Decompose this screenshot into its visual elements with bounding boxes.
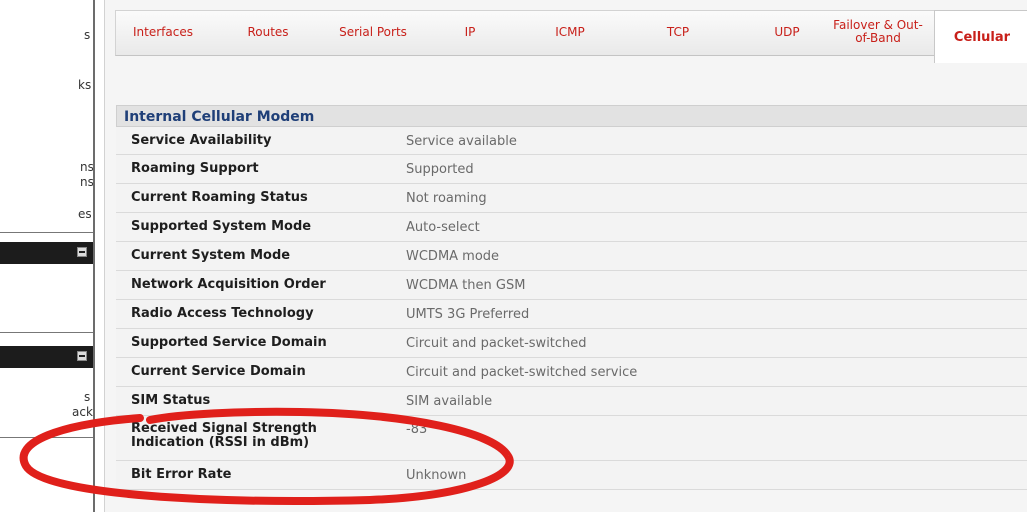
row-label: Bit Error Rate [131, 467, 232, 482]
row-label: Current System Mode [131, 248, 291, 263]
tab-bar: Interfaces Routes Serial Ports IP ICMP T… [105, 10, 1027, 63]
table-row: Bit Error Rate Unknown [116, 461, 1027, 490]
table-row: SIM Status SIM available [116, 387, 1027, 416]
row-value: Not roaming [406, 191, 487, 206]
tab-icmp[interactable]: ICMP [540, 10, 600, 54]
row-value: Service available [406, 134, 517, 149]
row-value: UMTS 3G Preferred [406, 307, 530, 322]
row-label: SIM Status [131, 393, 211, 408]
row-label: Current Service Domain [131, 364, 306, 379]
row-value: Auto-select [406, 220, 480, 235]
table-row: Current Roaming Status Not roaming [116, 184, 1027, 213]
tab-serial-ports[interactable]: Serial Ports [323, 10, 423, 54]
tab-cellular[interactable]: Cellular [934, 10, 1027, 63]
sidebar-item-fragment[interactable]: ks [78, 78, 91, 92]
sidebar-divider [0, 232, 93, 233]
row-label: Service Availability [131, 133, 272, 148]
row-label: Network Acquisition Order [131, 277, 326, 292]
table-row: Current Service Domain Circuit and packe… [116, 358, 1027, 387]
row-value: WCDMA mode [406, 249, 500, 264]
sidebar-item-fragment[interactable]: s [84, 28, 90, 42]
table-row: Roaming Support Supported [116, 155, 1027, 184]
collapse-icon[interactable] [77, 351, 87, 361]
row-label: Supported Service Domain [131, 335, 327, 350]
sidebar-item-fragment[interactable]: es [78, 207, 92, 221]
row-value: Supported [406, 162, 474, 177]
row-label: Roaming Support [131, 161, 259, 176]
table-row: Radio Access Technology UMTS 3G Preferre… [116, 300, 1027, 329]
table-row: Supported Service Domain Circuit and pac… [116, 329, 1027, 358]
row-label: Received Signal Strength Indication (RSS… [131, 421, 317, 450]
sidebar-panel-header [0, 346, 93, 368]
rssi-value: -83 [406, 422, 428, 437]
sidebar-item-fragment[interactable]: s [84, 390, 90, 404]
cellular-modem-table: Internal Cellular Modem Service Availabi… [116, 105, 1027, 490]
table-row: Current System Mode WCDMA mode [116, 242, 1027, 271]
sidebar-item-fragment[interactable]: ns [80, 175, 93, 189]
tab-tcp[interactable]: TCP [653, 10, 703, 54]
row-value: Circuit and packet-switched [406, 336, 587, 351]
tab-routes[interactable]: Routes [228, 10, 308, 54]
row-value: WCDMA then GSM [406, 278, 526, 293]
sidebar-panel-header [0, 242, 93, 264]
section-title: Internal Cellular Modem [116, 105, 1027, 127]
main-panel: Interfaces Routes Serial Ports IP ICMP T… [104, 0, 1027, 512]
left-sidebar: s ks ns ns es s ackup [0, 0, 95, 512]
sidebar-item-fragment[interactable]: ns [80, 160, 93, 174]
table-row: Network Acquisition Order WCDMA then GSM [116, 271, 1027, 300]
row-label: Supported System Mode [131, 219, 312, 234]
row-label: Current Roaming Status [131, 190, 308, 205]
sidebar-divider [0, 437, 93, 438]
tab-ip[interactable]: IP [450, 10, 490, 54]
table-row: Supported System Mode Auto-select [116, 213, 1027, 242]
sidebar-divider [0, 332, 93, 333]
collapse-icon[interactable] [77, 247, 87, 257]
tab-interfaces[interactable]: Interfaces [123, 10, 203, 54]
row-value: Unknown [406, 468, 467, 483]
table-row: Service Availability Service available [116, 127, 1027, 155]
sidebar-item-fragment[interactable]: ackup [72, 405, 93, 419]
tab-failover-out-of-band[interactable]: Failover & Out-of-Band [833, 10, 923, 54]
row-label: Radio Access Technology [131, 306, 314, 321]
table-row-rssi: Received Signal Strength Indication (RSS… [116, 416, 1027, 461]
row-value: Circuit and packet-switched service [406, 365, 638, 380]
row-value: SIM available [406, 394, 493, 409]
tab-udp[interactable]: UDP [762, 10, 812, 54]
